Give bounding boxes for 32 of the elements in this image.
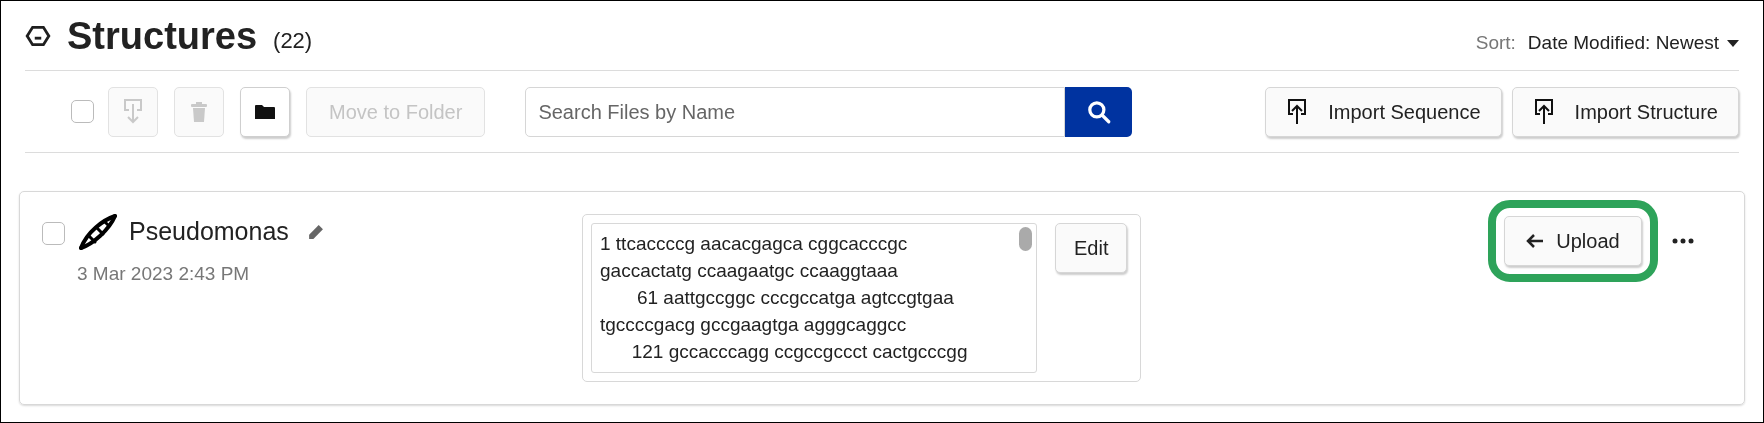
row-checkbox[interactable]: [42, 222, 65, 245]
sequence-line: 61 aattgccggc cccgccatga agtccgtgaa: [635, 286, 954, 310]
sort-label: Sort:: [1475, 31, 1516, 56]
item-count: (22): [273, 27, 313, 55]
pencil-icon[interactable]: [306, 223, 324, 241]
search-field[interactable]: Search Files by Name: [525, 86, 1066, 137]
edit-button[interactable]: Edit: [1055, 223, 1128, 273]
folder-icon: [255, 103, 275, 120]
sequence-line: 121 gccacccagg ccgccgccct cactgcccgg: [630, 340, 968, 364]
arrow-left-icon: [1526, 233, 1545, 249]
sequence-textarea[interactable]: 1 ttcaccccg aacacgagca cggcacccgc gaccactatg ccaagaatgc ccaaggtaaa 61 aattgccggc cccgccatga agtccgtgaa tgccccgacg gccgaagtga agggcaggcc 121 gccacccagg ccgccgccct cactgcccgg: [591, 223, 1037, 373]
upload-button[interactable]: Upload: [1504, 216, 1642, 266]
import-button[interactable]: Import Sequence: [1265, 86, 1502, 137]
download-icon: [122, 97, 144, 126]
sequence-line: tgccccgacg gccgaagtga agggcaggcc: [600, 313, 907, 337]
upload-icon: [1286, 97, 1309, 126]
upload-icon: [1532, 97, 1555, 126]
file-date: 3 Mar 2023 2:43 PM: [77, 262, 251, 286]
select-all-checkbox[interactable]: [71, 100, 94, 123]
sequence-line: 1 ttcaccccg aacacgagca cggcacccgc: [600, 232, 908, 256]
sort-dropdown[interactable]: Date Modified: Newest: [1527, 29, 1739, 58]
trash-icon: [191, 101, 207, 122]
more-icon[interactable]: [1672, 238, 1694, 244]
search-icon: [1085, 98, 1112, 125]
page-title: Structures: [67, 16, 258, 55]
search-button[interactable]: [1065, 86, 1133, 137]
caret-icon: [1727, 40, 1739, 47]
import-button[interactable]: Import Structure: [1511, 86, 1739, 137]
sequence-line: gaccactatg ccaagaatgc ccaaggtaaa: [600, 259, 898, 283]
scrollbar-thumb[interactable]: [1019, 227, 1032, 251]
folder-button[interactable]: [240, 86, 290, 137]
file-name: Pseudomonas: [129, 216, 289, 248]
